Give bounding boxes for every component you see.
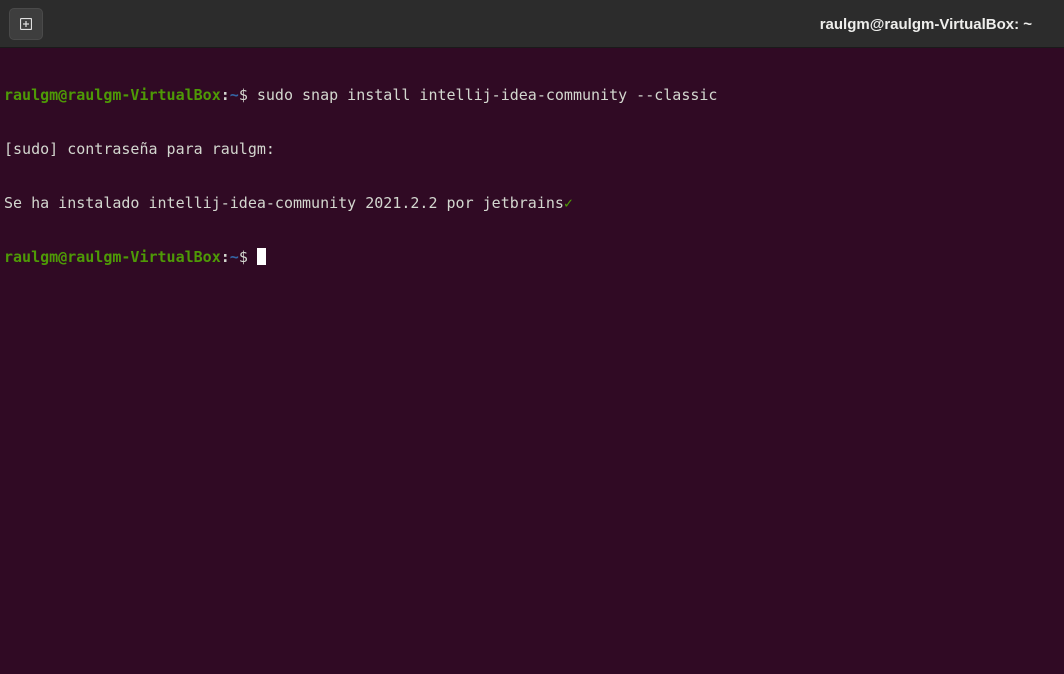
new-tab-icon [20,18,32,30]
command-line: raulgm@raulgm-VirtualBox:~$ sudo snap in… [4,86,1064,104]
terminal-content[interactable]: raulgm@raulgm-VirtualBox:~$ sudo snap in… [4,50,1064,674]
prompt-colon: : [220,86,230,104]
prompt-user: raulgm@raulgm-VirtualBox [4,86,221,104]
command-text: sudo snap install intellij-idea-communit… [256,86,718,104]
prompt-colon: : [220,248,230,266]
new-tab-button[interactable] [9,8,43,40]
output-line-sudo: [sudo] contraseña para raulgm: [4,140,1064,158]
active-prompt-line: raulgm@raulgm-VirtualBox:~$ [4,248,1064,266]
check-icon: ✓ [563,194,573,212]
output-line-installed: Se ha instalado intellij-idea-community … [4,194,1064,212]
prompt-user: raulgm@raulgm-VirtualBox [4,248,221,266]
install-result-text: Se ha instalado intellij-idea-community … [4,194,564,212]
prompt-path: ~ [229,86,239,104]
terminal-window: raulgm@raulgm-VirtualBox: ~ raulgm@raulg… [0,0,1064,674]
sudo-prompt-text: [sudo] contraseña para raulgm: [4,140,275,158]
prompt-path: ~ [229,248,239,266]
prompt-symbol: $ [238,248,257,266]
title-bar: raulgm@raulgm-VirtualBox: ~ [0,0,1064,48]
window-title: raulgm@raulgm-VirtualBox: ~ [819,16,1032,33]
prompt-symbol: $ [238,86,257,104]
text-cursor [256,248,266,265]
